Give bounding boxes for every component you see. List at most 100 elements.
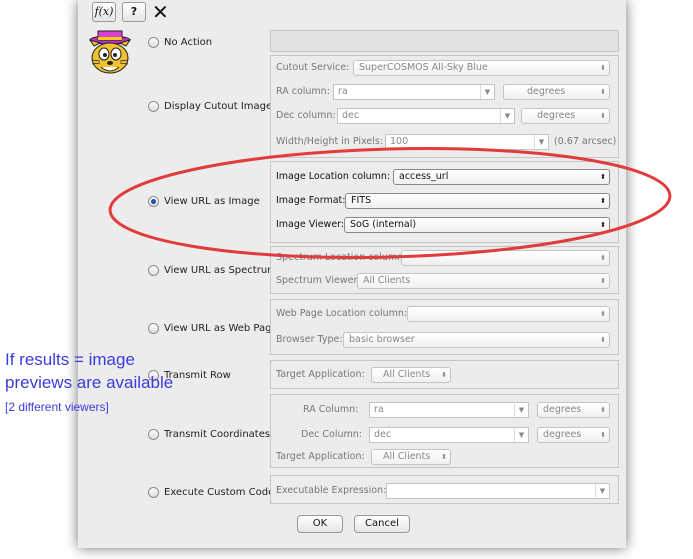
- select-arrows-icon: ⬍: [600, 254, 606, 262]
- close-icon[interactable]: ✕: [152, 0, 169, 24]
- option-label: View URL as Web Page: [164, 322, 278, 334]
- coord-ra-column-label: RA Column:: [303, 404, 359, 415]
- select-arrows-icon: ⬍: [600, 112, 606, 120]
- image-panel: Image Location column: access_url ⬍ Image…: [270, 161, 619, 243]
- option-label: Transmit Row: [164, 369, 231, 381]
- option-view-url-as-web-page[interactable]: View URL as Web Page: [148, 320, 278, 336]
- cutout-service-label: Cutout Service:: [276, 62, 350, 73]
- cutout-service-select[interactable]: SuperCOSMOS All-Sky Blue ⬍: [353, 60, 610, 76]
- radio-button[interactable]: [148, 486, 159, 498]
- width-height-value: 100: [390, 136, 409, 147]
- ra-column-value: ra: [338, 86, 348, 97]
- radio-button[interactable]: [148, 36, 159, 48]
- coord-dec-units-value: degrees: [543, 429, 582, 440]
- option-label: Transmit Coordinates: [164, 428, 271, 440]
- web-page-location-select[interactable]: ⬍: [407, 306, 610, 322]
- image-format-select[interactable]: FITS ⬍: [345, 193, 610, 209]
- target-application-select[interactable]: All Clients ⬍: [371, 367, 451, 383]
- select-arrows-icon: ⬍: [600, 221, 606, 229]
- dec-column-value: dec: [342, 110, 360, 121]
- option-display-cutout-image[interactable]: Display Cutout Image: [148, 98, 272, 114]
- transmit-coordinates-panel: RA Column: ra ▼ degrees ⬍ Dec Column: dec ▼…: [270, 394, 619, 468]
- radio-button[interactable]: [148, 264, 159, 276]
- function-button[interactable]: f(x): [92, 2, 116, 22]
- coord-target-application-select[interactable]: All Clients ⬍: [371, 449, 451, 465]
- spectrum-location-select[interactable]: ⬍: [401, 250, 610, 266]
- ra-column-label: RA column:: [276, 86, 330, 97]
- select-arrows-icon: ⬍: [600, 336, 606, 344]
- dropdown-arrow-icon[interactable]: ▼: [500, 109, 514, 123]
- ra-column-field[interactable]: ra ▼: [333, 84, 495, 100]
- spectrum-viewer-select[interactable]: All Clients ⬍: [357, 273, 610, 289]
- option-label: Display Cutout Image: [164, 100, 273, 112]
- no-action-panel: [270, 30, 619, 52]
- dropdown-arrow-icon[interactable]: ▼: [514, 403, 528, 417]
- executable-expression-label: Executable Expression:: [276, 485, 387, 496]
- help-button[interactable]: ?: [122, 2, 146, 22]
- select-arrows-icon: ⬍: [441, 453, 447, 461]
- radio-button[interactable]: [148, 100, 159, 112]
- option-no-action[interactable]: No Action: [148, 34, 212, 50]
- activation-dialog: f(x) ? ✕ No Action Display Cutout Image …: [78, 0, 626, 548]
- image-viewer-select[interactable]: SoG (internal) ⬍: [344, 217, 610, 233]
- transmit-row-panel: Target Application: All Clients ⬍: [270, 360, 619, 389]
- select-arrows-icon: ⬍: [600, 431, 606, 439]
- option-execute-custom-code[interactable]: Execute Custom Code: [148, 484, 274, 500]
- annotation-line-2: previews are available: [5, 373, 174, 392]
- browser-type-value: basic browser: [349, 334, 415, 345]
- image-location-label: Image Location column:: [276, 171, 391, 182]
- radio-button[interactable]: [148, 428, 159, 440]
- cancel-button[interactable]: Cancel: [354, 515, 410, 533]
- select-arrows-icon: ⬍: [600, 310, 606, 318]
- ok-button[interactable]: OK: [297, 515, 343, 533]
- annotation-line-3: [2 different viewers]: [5, 400, 109, 414]
- coord-dec-units-select[interactable]: degrees ⬍: [537, 427, 610, 443]
- select-arrows-icon: ⬍: [600, 277, 606, 285]
- image-format-label: Image Format:: [276, 195, 346, 206]
- option-view-url-as-spectrum[interactable]: View URL as Spectrum: [148, 262, 277, 278]
- coord-dec-column-value: dec: [374, 429, 392, 440]
- coord-dec-column-field[interactable]: dec ▼: [369, 427, 529, 443]
- image-location-select[interactable]: access_url ⬍: [393, 169, 610, 185]
- option-label: View URL as Image: [164, 195, 260, 207]
- executable-expression-field[interactable]: ▼: [386, 483, 610, 499]
- cutout-panel: Cutout Service: SuperCOSMOS All-Sky Blue…: [270, 55, 619, 158]
- image-viewer-value: SoG (internal): [350, 219, 417, 230]
- dropdown-arrow-icon[interactable]: ▼: [514, 428, 528, 442]
- width-height-field[interactable]: 100 ▼: [385, 134, 549, 150]
- dropdown-arrow-icon[interactable]: ▼: [480, 85, 494, 99]
- spectrum-viewer-label: Spectrum Viewer:: [276, 275, 361, 286]
- width-height-label: Width/Height in Pixels:: [276, 136, 384, 147]
- browser-type-select[interactable]: basic browser ⬍: [343, 332, 610, 348]
- option-label: Execute Custom Code: [164, 486, 275, 498]
- dropdown-arrow-icon[interactable]: ▼: [534, 135, 548, 149]
- dec-column-field[interactable]: dec ▼: [337, 108, 515, 124]
- cutout-service-value: SuperCOSMOS All-Sky Blue: [359, 62, 488, 73]
- web-page-location-label: Web Page Location column:: [276, 308, 408, 319]
- radio-button[interactable]: [148, 322, 159, 334]
- radio-button[interactable]: [148, 195, 159, 207]
- ra-units-select[interactable]: degrees ⬍: [503, 84, 610, 100]
- dec-units-select[interactable]: degrees ⬍: [521, 108, 610, 124]
- coord-dec-column-label: Dec Column:: [301, 429, 362, 440]
- option-view-url-as-image[interactable]: View URL as Image: [148, 193, 260, 209]
- dec-column-label: Dec column:: [276, 110, 336, 121]
- select-arrows-icon: ⬍: [600, 173, 606, 181]
- dropdown-arrow-icon[interactable]: ▼: [595, 484, 609, 498]
- coord-ra-units-value: degrees: [543, 404, 582, 415]
- target-application-label: Target Application:: [276, 369, 365, 380]
- select-arrows-icon: ⬍: [441, 371, 447, 379]
- select-arrows-icon: ⬍: [600, 197, 606, 205]
- web-page-panel: Web Page Location column: ⬍ Browser Type…: [270, 299, 619, 355]
- select-arrows-icon: ⬍: [600, 88, 606, 96]
- select-arrows-icon: ⬍: [600, 406, 606, 414]
- spectrum-viewer-value: All Clients: [363, 275, 411, 286]
- select-arrows-icon: ⬍: [600, 64, 606, 72]
- target-application-value: All Clients: [383, 369, 431, 380]
- dec-units-value: degrees: [537, 110, 576, 121]
- option-transmit-coordinates[interactable]: Transmit Coordinates: [148, 426, 270, 442]
- annotation-line-1: If results = image: [5, 350, 135, 369]
- ra-units-value: degrees: [527, 86, 566, 97]
- coord-ra-column-field[interactable]: ra ▼: [369, 402, 529, 418]
- coord-ra-units-select[interactable]: degrees ⬍: [537, 402, 610, 418]
